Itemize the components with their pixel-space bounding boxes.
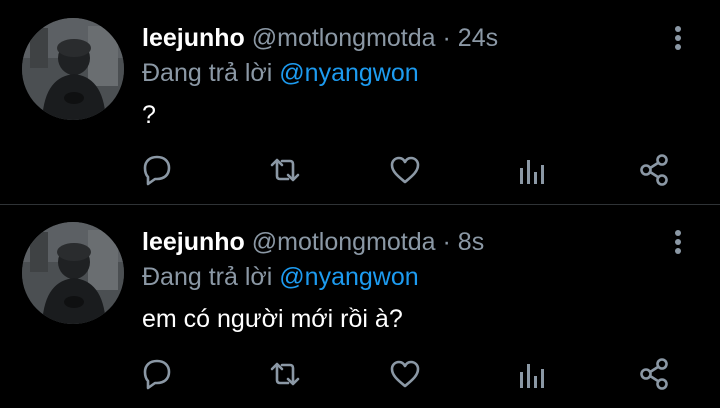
user-handle[interactable]: @motlongmotda <box>252 24 436 52</box>
timestamp[interactable]: 8s <box>458 228 484 256</box>
tweet-text: ? <box>142 101 156 129</box>
more-options-icon[interactable] <box>664 22 692 54</box>
views-icon[interactable] <box>511 354 551 394</box>
replying-to-label: Đang trả lời <box>142 263 273 291</box>
reply-icon[interactable] <box>137 150 177 190</box>
user-handle[interactable]: @motlongmotda <box>252 228 436 256</box>
avatar-photo <box>22 222 124 324</box>
retweet-icon[interactable] <box>265 354 305 394</box>
avatar[interactable] <box>22 222 124 324</box>
replying-to: Đang trả lời @nyangwon <box>142 56 419 90</box>
views-icon[interactable] <box>511 150 551 190</box>
display-name[interactable]: leejunho <box>142 228 245 256</box>
share-icon[interactable] <box>634 354 674 394</box>
tweet-header: leejunho @motlongmotda · 8s <box>142 226 484 258</box>
timestamp[interactable]: 24s <box>458 24 498 52</box>
like-icon[interactable] <box>385 150 425 190</box>
action-bar <box>0 354 720 398</box>
separator-dot: · <box>442 24 451 52</box>
reply-mention-link[interactable]: @nyangwon <box>279 263 418 291</box>
like-icon[interactable] <box>385 354 425 394</box>
reply-mention-link[interactable]: @nyangwon <box>279 59 418 87</box>
tweet-header: leejunho @motlongmotda · 24s <box>142 22 498 54</box>
separator-dot: · <box>442 228 451 256</box>
share-icon[interactable] <box>634 150 674 190</box>
replying-to: Đang trả lời @nyangwon <box>142 260 419 294</box>
replying-to-label: Đang trả lời <box>142 59 273 87</box>
display-name[interactable]: leejunho <box>142 24 245 52</box>
avatar-photo <box>22 18 124 120</box>
tweet-text: em có người mới rồi à? <box>142 305 403 333</box>
tweet[interactable]: leejunho @motlongmotda · 24s Đang trả lờ… <box>0 0 720 204</box>
more-options-icon[interactable] <box>664 226 692 258</box>
reply-icon[interactable] <box>137 354 177 394</box>
avatar[interactable] <box>22 18 124 120</box>
action-bar <box>0 150 720 194</box>
retweet-icon[interactable] <box>265 150 305 190</box>
tweet[interactable]: leejunho @motlongmotda · 8s Đang trả lời… <box>0 204 720 408</box>
